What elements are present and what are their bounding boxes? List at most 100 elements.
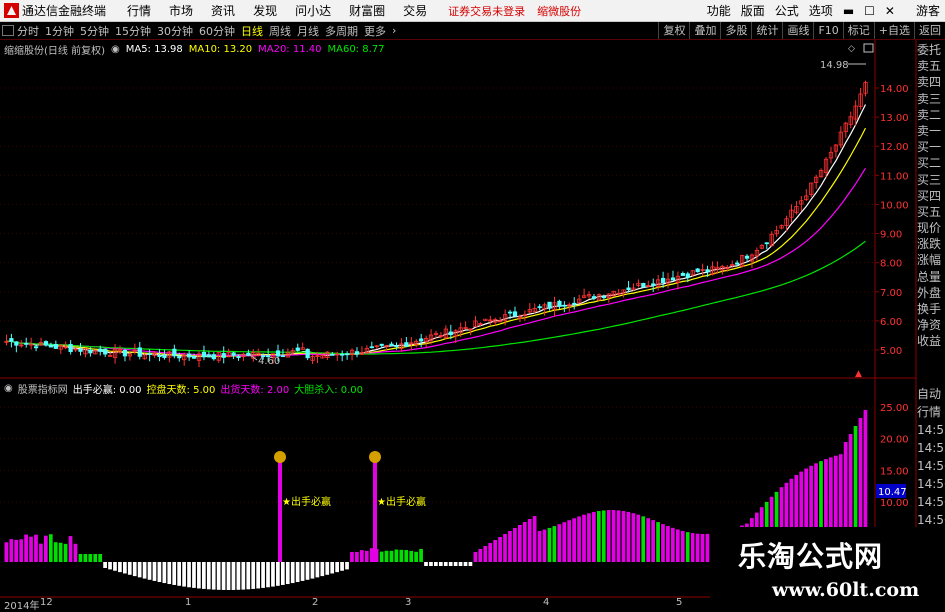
date-label-apr: 4 bbox=[543, 597, 550, 608]
order-book-labels: 委托 卖五 卖四 卖三 卖二 卖一 买一 买二 买三 买四 买五 现价 涨跌 涨幅 总量 外盘 换手 净资 收益 bbox=[917, 42, 945, 350]
price-tick-label: 8.00 bbox=[880, 259, 902, 270]
indicator-bar bbox=[285, 562, 290, 585]
price-tick-label: 12.00 bbox=[880, 142, 909, 153]
price-tick-label: 10.00 bbox=[880, 200, 909, 211]
candle-body bbox=[231, 352, 236, 356]
indicator-bar bbox=[251, 562, 256, 589]
indicator-bar bbox=[656, 522, 660, 562]
indicator-bar bbox=[616, 510, 621, 562]
order-book-label: 卖一 bbox=[917, 123, 942, 138]
candle-body bbox=[764, 242, 769, 245]
signal-bar bbox=[373, 460, 377, 562]
indicator-bar bbox=[527, 519, 532, 562]
indicator-name[interactable]: 股票指标网 bbox=[18, 381, 68, 396]
indicator-bar bbox=[389, 550, 394, 562]
candle-body bbox=[187, 353, 192, 358]
indicator-bar bbox=[636, 514, 641, 562]
indicator-bar bbox=[152, 562, 157, 581]
indicator-bar bbox=[43, 535, 48, 562]
candle-body bbox=[24, 343, 29, 345]
indicator-bar bbox=[290, 562, 295, 584]
current-value-label: 10.47 bbox=[878, 487, 907, 498]
indicator-bar bbox=[621, 511, 626, 562]
indicator-bar bbox=[434, 562, 438, 566]
candle-body bbox=[43, 341, 49, 346]
indicator-bar bbox=[93, 554, 98, 562]
indicator-bar bbox=[276, 562, 280, 586]
indicator-bar bbox=[700, 533, 705, 562]
right-info-label[interactable]: 自动 bbox=[917, 385, 945, 403]
candle-body bbox=[354, 351, 360, 355]
kline-chart[interactable]: 14.00 13.00 12.00 11.00 10.00 9.00 8.00 7.00 6.0… bbox=[0, 0, 945, 609]
date-label-jan: 1 bbox=[185, 597, 192, 608]
diamond-icon[interactable]: ◇ bbox=[848, 44, 855, 54]
indicator-bar bbox=[478, 549, 483, 562]
indicator-bar bbox=[167, 562, 172, 585]
indicator-bar bbox=[29, 536, 33, 562]
indicator-bar bbox=[443, 562, 448, 566]
indicator-bar bbox=[4, 542, 9, 562]
candle-body bbox=[641, 282, 646, 288]
indicator-tick-label: 15.00 bbox=[880, 466, 909, 477]
indicator-bar bbox=[424, 562, 428, 566]
candle-body bbox=[651, 283, 656, 286]
candle-body bbox=[512, 311, 518, 317]
indicator-bar bbox=[488, 543, 493, 562]
price-tick-label: 14.00 bbox=[880, 84, 909, 95]
candle-body bbox=[147, 353, 152, 356]
right-info-label: 14:56 bbox=[917, 495, 945, 509]
right-info-labels: 自动行情14:5514:5514:5614:5614:5614:56 bbox=[917, 385, 945, 529]
indicator-bar bbox=[562, 522, 567, 562]
candle-body bbox=[660, 277, 666, 283]
low-price-label: 4.60 bbox=[258, 356, 280, 367]
indicator-bar bbox=[63, 543, 68, 562]
indicator-bar bbox=[399, 549, 404, 562]
candle-body bbox=[33, 346, 39, 349]
indicator-bar bbox=[241, 562, 246, 590]
maximize-panel-icon[interactable] bbox=[863, 43, 874, 53]
indicator-bar bbox=[256, 562, 260, 589]
indicator-bar bbox=[468, 562, 473, 566]
candle-body bbox=[562, 304, 567, 307]
candle-body bbox=[103, 348, 108, 355]
indicator-bar bbox=[231, 562, 236, 590]
date-label-year: 2014年 bbox=[4, 601, 40, 612]
indicator-settings-icon[interactable]: ◉ bbox=[4, 383, 13, 394]
indicator-bar bbox=[458, 562, 463, 566]
signal-label: ★出手必赢 bbox=[377, 495, 426, 508]
indicator-bar bbox=[626, 511, 631, 562]
indicator-bar bbox=[680, 530, 685, 562]
candle-body bbox=[122, 349, 128, 357]
indicator-bar bbox=[364, 550, 369, 562]
candle-body bbox=[53, 343, 58, 349]
candle-body bbox=[295, 347, 300, 351]
indicator-bar bbox=[577, 516, 581, 562]
indicator-bar bbox=[532, 516, 537, 562]
candle-body bbox=[14, 341, 19, 346]
order-book-label: 买一 bbox=[917, 140, 942, 155]
split-marker-icon: ▲ bbox=[855, 369, 862, 379]
indicator-bar bbox=[517, 525, 522, 562]
indicator-bar bbox=[122, 562, 127, 574]
candle-body bbox=[9, 338, 14, 342]
indicator-bar bbox=[666, 526, 670, 562]
signal-bar bbox=[278, 460, 282, 562]
candle-body bbox=[537, 306, 542, 309]
candle-body bbox=[191, 355, 197, 359]
candle-body bbox=[557, 300, 562, 307]
candle-body bbox=[221, 353, 226, 358]
indicator-bar bbox=[537, 531, 542, 562]
watermark: 乐淘公式网 www.60lt.com bbox=[710, 527, 945, 609]
candle-body bbox=[330, 353, 335, 356]
indicator-bar bbox=[162, 562, 167, 584]
indicator-header: ◉ 股票指标网 出手必赢: 0.00 控盘天数: 5.00 出货天数: 2.00… bbox=[4, 381, 368, 396]
order-book-label: 买四 bbox=[917, 188, 942, 203]
indicator-bar bbox=[685, 532, 690, 562]
indicator-bar bbox=[211, 562, 216, 590]
indicator-bar bbox=[508, 531, 512, 562]
candle-body bbox=[735, 262, 740, 265]
right-info-label[interactable]: 行情 bbox=[917, 403, 945, 421]
indicator-bar bbox=[596, 511, 601, 562]
indicator-bar bbox=[187, 562, 191, 588]
ma20-line bbox=[6, 167, 867, 357]
